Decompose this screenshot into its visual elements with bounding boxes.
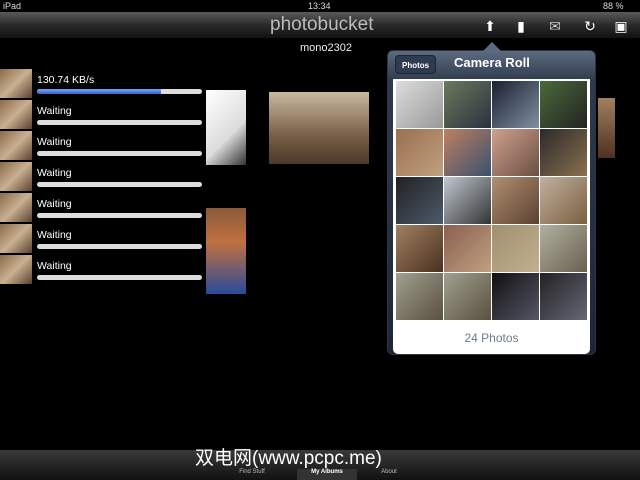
status-bar: iPad 13:34 88 % — [0, 0, 640, 12]
popover-title: Camera Roll — [454, 55, 530, 70]
gallery-icon[interactable]: ▣ — [612, 17, 630, 35]
upload-progress-bar — [37, 182, 202, 187]
upload-status: Waiting — [37, 105, 72, 117]
upload-progress-bar — [37, 213, 202, 218]
refresh-icon[interactable]: ↻ — [581, 17, 599, 35]
username: mono2302 — [300, 42, 352, 54]
upload-status: Waiting — [37, 229, 72, 241]
upload-thumbnail — [0, 69, 32, 98]
photo-thumbnail[interactable] — [540, 81, 587, 128]
bookmark-icon[interactable]: ▮ — [512, 17, 530, 35]
battery-label: 88 % — [603, 1, 624, 11]
tab-my-albums[interactable]: My Albums — [297, 469, 357, 480]
watermark: 双电网(www.pcpc.me) — [195, 448, 382, 469]
upload-progress-bar — [37, 89, 202, 94]
photos-back-button[interactable]: Photos — [395, 55, 437, 74]
upload-thumbnail — [0, 255, 32, 284]
photo-thumbnail[interactable] — [540, 177, 587, 224]
upload-row: 130.74 KB/s — [37, 74, 202, 94]
upload-thumbnail — [0, 224, 32, 253]
photo-count: 24 Photos — [464, 331, 519, 345]
photo-thumbnail[interactable] — [444, 81, 491, 128]
photo-thumbnail[interactable] — [444, 129, 491, 176]
photo-thumbnail[interactable] — [444, 225, 491, 272]
photo-thumbnail[interactable] — [540, 129, 587, 176]
upload-status: Waiting — [37, 260, 72, 272]
photo-thumbnail[interactable] — [444, 177, 491, 224]
photo-thumbnail[interactable] — [396, 81, 443, 128]
upload-progress-bar — [37, 120, 202, 125]
popover-arrow — [483, 42, 501, 51]
mail-icon[interactable]: ✉ — [546, 17, 564, 35]
upload-row: Waiting — [37, 260, 202, 280]
photo-thumbnail[interactable] — [396, 177, 443, 224]
photo-thumbnail[interactable] — [492, 225, 539, 272]
upload-thumbnail — [206, 90, 246, 165]
upload-row: Waiting — [37, 105, 202, 125]
photo-grid: 24 Photos — [393, 79, 590, 354]
upload-row: Waiting — [37, 198, 202, 218]
upload-thumbnail — [0, 131, 32, 160]
upload-thumbnail — [269, 92, 369, 164]
clock: 13:34 — [308, 1, 331, 11]
photo-thumbnail[interactable] — [396, 273, 443, 320]
upload-row: Waiting — [37, 136, 202, 156]
photo-thumbnail[interactable] — [492, 177, 539, 224]
upload-thumbnail — [0, 193, 32, 222]
device-label: iPad — [3, 1, 22, 11]
upload-row: Waiting — [37, 167, 202, 187]
upload-thumbnail — [206, 208, 246, 294]
camera-roll-popover: Photos Camera Roll 24 Photos — [387, 42, 596, 355]
photo-thumbnail[interactable] — [540, 225, 587, 272]
upload-thumbnail — [0, 100, 32, 129]
upload-status: Waiting — [37, 167, 72, 179]
upload-status: Waiting — [37, 198, 72, 210]
upload-progress-bar — [37, 151, 202, 156]
upload-progress-bar — [37, 244, 202, 249]
upload-progress-fill — [37, 89, 161, 94]
upload-thumbnail — [0, 162, 32, 191]
upload-row: Waiting — [37, 229, 202, 249]
photo-thumbnail[interactable] — [492, 273, 539, 320]
photo-thumbnail[interactable] — [396, 225, 443, 272]
nav-bar: photobucket ⬆ ▮ ✉ ↻ ▣ — [0, 12, 640, 39]
upload-icon[interactable]: ⬆ — [481, 17, 499, 35]
photo-thumbnail[interactable] — [492, 129, 539, 176]
upload-progress-bar — [37, 275, 202, 280]
upload-status: Waiting — [37, 136, 72, 148]
photo-thumbnail[interactable] — [492, 81, 539, 128]
upload-status: 130.74 KB/s — [37, 74, 95, 86]
photo-thumbnail[interactable] — [444, 273, 491, 320]
photo-thumbnail[interactable] — [396, 129, 443, 176]
photo-thumbnail[interactable] — [540, 273, 587, 320]
logo: photobucket — [270, 14, 374, 35]
upload-thumbnail — [598, 98, 615, 158]
